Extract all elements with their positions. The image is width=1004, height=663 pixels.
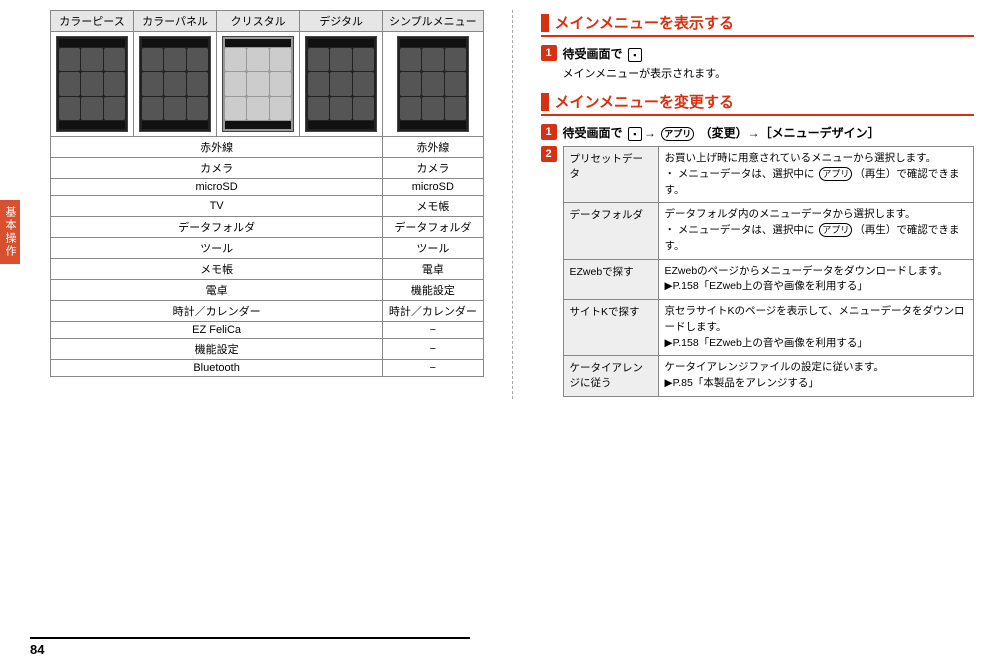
table-row: カメラカメラ bbox=[51, 158, 484, 179]
step-post: （変更）→［メニューデザイン］ bbox=[700, 126, 880, 140]
feat-left: カメラ bbox=[51, 158, 383, 179]
feat-left: Bluetooth bbox=[51, 360, 383, 377]
table-row: TVメモ帳 bbox=[51, 196, 484, 217]
step-1-show: 1 待受画面で ▪ bbox=[541, 45, 975, 63]
thumb-colorpiece bbox=[56, 36, 128, 132]
app-key-icon: アプリ bbox=[661, 127, 694, 141]
feat-right: − bbox=[383, 339, 483, 360]
table-row: プリセットデータ お買い上げ時に用意されているメニューから選択します。・ メニュ… bbox=[563, 147, 974, 203]
table-row: 機能設定− bbox=[51, 339, 484, 360]
page-number: 84 bbox=[30, 642, 44, 657]
opt-key: EZwebで探す bbox=[563, 259, 658, 300]
table-row: EZ FeliCa− bbox=[51, 322, 484, 339]
center-key-icon: ▪ bbox=[628, 48, 642, 62]
feat-right: 機能設定 bbox=[383, 280, 483, 301]
feat-left: 赤外線 bbox=[51, 137, 383, 158]
step1-pre: 待受画面で bbox=[563, 47, 623, 61]
opt-val: お買い上げ時に用意されているメニューから選択します。・ メニューデータは、選択中… bbox=[658, 147, 974, 203]
opt-key: プリセットデータ bbox=[563, 147, 658, 203]
feat-right: データフォルダ bbox=[383, 217, 483, 238]
feat-right: メモ帳 bbox=[383, 196, 483, 217]
th-digital: デジタル bbox=[300, 11, 383, 32]
th-colorpanel: カラーパネル bbox=[134, 11, 217, 32]
feat-right: 時計／カレンダー bbox=[383, 301, 483, 322]
opt-key: データフォルダ bbox=[563, 203, 658, 259]
thumb-digital bbox=[305, 36, 377, 132]
table-row: データフォルダ データフォルダ内のメニューデータから選択します。・ メニューデー… bbox=[563, 203, 974, 259]
opt-key: ケータイアレンジに従う bbox=[563, 356, 658, 397]
options-table: プリセットデータ お買い上げ時に用意されているメニューから選択します。・ メニュ… bbox=[563, 146, 975, 397]
thumb-colorpanel bbox=[139, 36, 211, 132]
step-number-icon: 1 bbox=[541, 45, 557, 61]
feat-left: 時計／カレンダー bbox=[51, 301, 383, 322]
feat-left: microSD bbox=[51, 179, 383, 196]
feat-left: データフォルダ bbox=[51, 217, 383, 238]
footer-rule bbox=[30, 637, 470, 639]
feat-right: − bbox=[383, 322, 483, 339]
opt-val: EZwebのページからメニューデータをダウンロードします。▶P.158「EZwe… bbox=[658, 259, 974, 300]
table-row: メモ帳電卓 bbox=[51, 259, 484, 280]
title-text: メインメニューを表示する bbox=[555, 12, 735, 33]
step-number-icon: 1 bbox=[541, 124, 557, 140]
table-row: ケータイアレンジに従う ケータイアレンジファイルの設定に従います。▶P.85「本… bbox=[563, 356, 974, 397]
feat-left: 機能設定 bbox=[51, 339, 383, 360]
section-title-show-menu: メインメニューを表示する bbox=[541, 12, 975, 37]
feat-left: 電卓 bbox=[51, 280, 383, 301]
section-title-change-menu: メインメニューを変更する bbox=[541, 91, 975, 116]
opt-val: 京セラサイトKのページを表示して、メニューデータをダウンロードします。▶P.15… bbox=[658, 300, 974, 356]
feat-right: 電卓 bbox=[383, 259, 483, 280]
opt-val: データフォルダ内のメニューデータから選択します。・ メニューデータは、選択中に … bbox=[658, 203, 974, 259]
feat-left: EZ FeliCa bbox=[51, 322, 383, 339]
th-crystal: クリスタル bbox=[217, 11, 300, 32]
step1-note: メインメニューが表示されます。 bbox=[563, 65, 975, 81]
step-2-change: 2 プリセットデータ お買い上げ時に用意されているメニューから選択します。・ メ… bbox=[541, 146, 975, 397]
feat-left: TV bbox=[51, 196, 383, 217]
table-row: 電卓機能設定 bbox=[51, 280, 484, 301]
title-bar-icon bbox=[541, 93, 549, 111]
step-1-change: 1 待受画面で ▪→ アプリ （変更）→［メニューデザイン］ bbox=[541, 124, 975, 142]
title-bar-icon bbox=[541, 14, 549, 32]
step-text: 待受画面で ▪→ アプリ （変更）→［メニューデザイン］ bbox=[563, 124, 880, 142]
table-row: 赤外線赤外線 bbox=[51, 137, 484, 158]
thumbnail-row bbox=[51, 32, 484, 137]
title-text: メインメニューを変更する bbox=[555, 91, 735, 112]
feat-right: − bbox=[383, 360, 483, 377]
thumb-simplemenu bbox=[397, 36, 469, 132]
table-row: ツールツール bbox=[51, 238, 484, 259]
feat-right: カメラ bbox=[383, 158, 483, 179]
right-column: メインメニューを表示する 1 待受画面で ▪ メインメニューが表示されます。 メ… bbox=[541, 10, 975, 399]
feat-left: メモ帳 bbox=[51, 259, 383, 280]
column-divider bbox=[512, 10, 513, 399]
table-header-row: カラーピース カラーパネル クリスタル デジタル シンプルメニュー bbox=[51, 11, 484, 32]
table-row: サイトKで探す 京セラサイトKのページを表示して、メニューデータをダウンロードし… bbox=[563, 300, 974, 356]
step-pre: 待受画面で bbox=[563, 126, 623, 140]
table-row: データフォルダデータフォルダ bbox=[51, 217, 484, 238]
theme-table: カラーピース カラーパネル クリスタル デジタル シンプルメニュー 赤外線赤外線… bbox=[50, 10, 484, 377]
feat-right: 赤外線 bbox=[383, 137, 483, 158]
opt-val: ケータイアレンジファイルの設定に従います。▶P.85「本製品をアレンジする」 bbox=[658, 356, 974, 397]
thumb-crystal bbox=[222, 36, 294, 132]
left-column: カラーピース カラーパネル クリスタル デジタル シンプルメニュー 赤外線赤外線… bbox=[50, 10, 484, 399]
th-simplemenu: シンプルメニュー bbox=[383, 11, 483, 32]
th-colorpiece: カラーピース bbox=[51, 11, 134, 32]
table-row: microSDmicroSD bbox=[51, 179, 484, 196]
feat-right: ツール bbox=[383, 238, 483, 259]
center-key-icon: ▪ bbox=[628, 127, 642, 141]
step-number-icon: 2 bbox=[541, 146, 557, 162]
table-row: 時計／カレンダー時計／カレンダー bbox=[51, 301, 484, 322]
table-row: Bluetooth− bbox=[51, 360, 484, 377]
feat-right: microSD bbox=[383, 179, 483, 196]
page-body: カラーピース カラーパネル クリスタル デジタル シンプルメニュー 赤外線赤外線… bbox=[0, 0, 1004, 399]
step-text: 待受画面で ▪ bbox=[563, 45, 644, 63]
table-row: EZwebで探す EZwebのページからメニューデータをダウンロードします。▶P… bbox=[563, 259, 974, 300]
feat-left: ツール bbox=[51, 238, 383, 259]
opt-key: サイトKで探す bbox=[563, 300, 658, 356]
